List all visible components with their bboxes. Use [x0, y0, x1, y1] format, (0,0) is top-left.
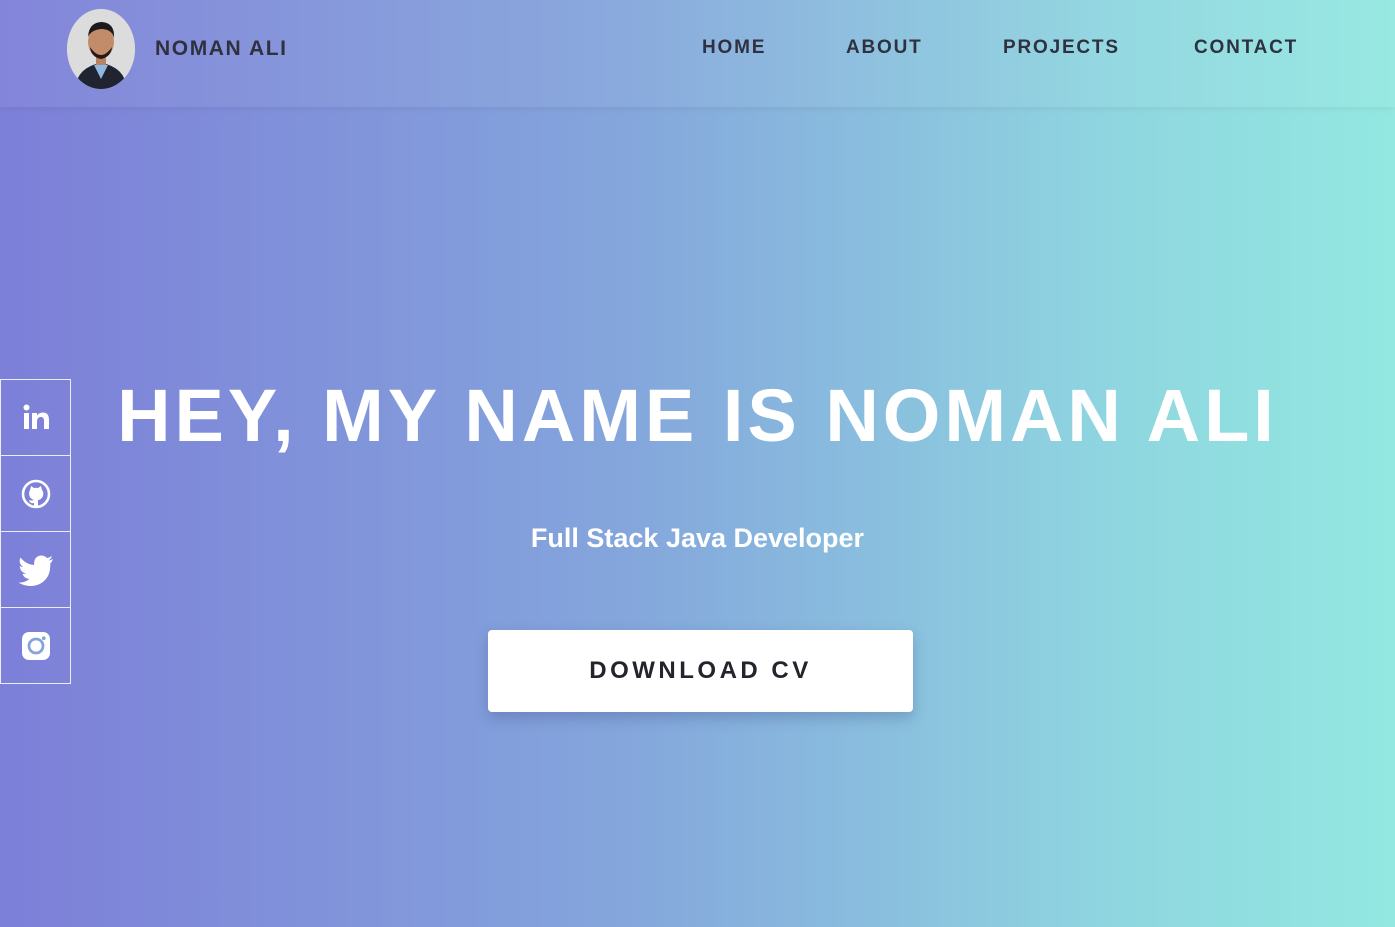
nav-item-projects[interactable]: PROJECTS — [1003, 36, 1120, 60]
nav-item-home[interactable]: HOME — [702, 36, 766, 60]
hero-title: HEY, MY NAME IS NOMAN ALI — [117, 374, 1278, 457]
twitter-icon — [18, 555, 53, 586]
github-icon — [21, 479, 50, 508]
instagram-icon — [21, 631, 50, 660]
nav-item-contact[interactable]: CONTACT — [1194, 36, 1298, 60]
hero-subtitle: Full Stack Java Developer — [530, 523, 865, 553]
download-cv-button[interactable]: DOWNLOAD CV — [488, 630, 913, 712]
main-nav: HOME ABOUT PROJECTS CONTACT — [0, 36, 1395, 60]
site-header: NOMAN ALI HOME ABOUT PROJECTS CONTACT — [0, 0, 1395, 107]
social-instagram-button[interactable] — [0, 608, 71, 684]
nav-item-about[interactable]: ABOUT — [846, 36, 923, 60]
